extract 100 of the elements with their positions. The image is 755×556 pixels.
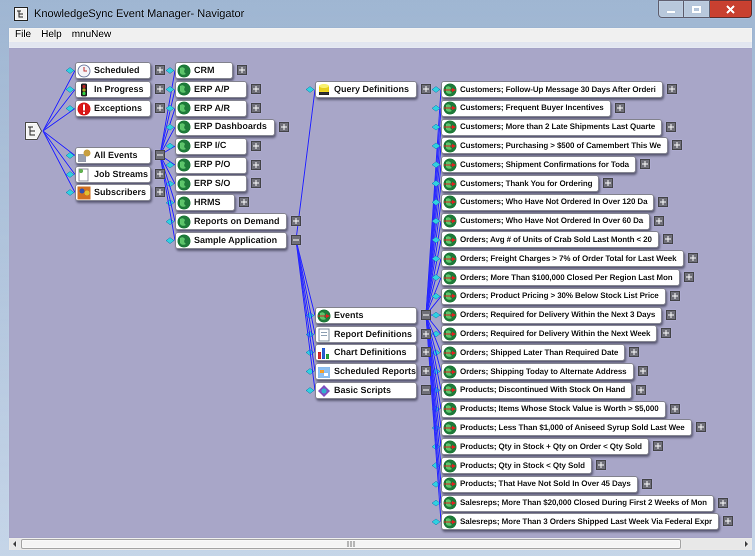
expand-toggle[interactable] [666, 84, 677, 94]
close-button[interactable] [710, 0, 752, 18]
tree-node[interactable]: Sample Application [175, 232, 287, 250]
tree-node[interactable]: Orders; Avg # of Units of Crab Sold Last Month < 20 [441, 231, 659, 248]
expand-toggle[interactable] [279, 122, 289, 132]
tree-node[interactable]: Customers; Follow-Up Message 30 Days After Orderi [441, 81, 663, 98]
tree-node[interactable]: Products; Qty in Stock < Qty Sold [441, 457, 592, 474]
tree-node[interactable]: Orders; Freight Charges > 7% of Order Total for Last Week [441, 250, 684, 268]
menu-item[interactable]: Help [41, 30, 62, 40]
expand-toggle[interactable] [155, 150, 165, 160]
tree-node[interactable]: Customers; Who Have Not Ordered In Over 120 Da [441, 194, 654, 211]
tree-node[interactable]: Products; Discontinued With Stock On Hand [441, 382, 632, 399]
tree-node[interactable]: HRMS [175, 194, 235, 212]
expand-toggle[interactable] [636, 384, 646, 395]
expand-toggle[interactable] [723, 516, 734, 526]
tree-node[interactable]: Reports on Demand [175, 213, 287, 230]
expand-toggle[interactable] [688, 253, 698, 264]
tree-node[interactable]: In Progress [75, 81, 151, 98]
expand-toggle[interactable] [718, 498, 728, 508]
expand-toggle[interactable] [239, 197, 249, 208]
tree-node[interactable]: Orders; Product Pricing > 30% Below Stock List Price [441, 288, 666, 305]
tree-node[interactable]: ERP A/P [175, 80, 247, 98]
expand-toggle[interactable] [421, 385, 431, 395]
expand-toggle[interactable] [614, 102, 625, 113]
expand-toggle[interactable] [642, 478, 652, 489]
expand-toggle[interactable] [662, 234, 673, 244]
tree-node[interactable]: Chart Definitions [315, 344, 417, 361]
tree-node[interactable]: Exceptions [75, 100, 151, 117]
expand-toggle[interactable] [640, 159, 650, 170]
expand-toggle[interactable] [155, 65, 165, 75]
expand-toggle[interactable] [155, 84, 165, 94]
tree-node[interactable]: ERP I/C [175, 138, 247, 155]
tree-node[interactable]: Products; That Have Not Sold In Over 45 Days [441, 476, 638, 493]
tree-node[interactable]: ERP S/O [175, 175, 247, 192]
expand-toggle[interactable] [155, 187, 165, 197]
expand-toggle[interactable] [638, 366, 648, 376]
expand-toggle[interactable] [666, 122, 676, 132]
menu-item[interactable]: mnuNew [72, 30, 112, 40]
tree-node[interactable]: CRM [175, 62, 233, 79]
horizontal-scrollbar[interactable] [9, 538, 752, 550]
tree-node[interactable]: Events [315, 307, 417, 324]
expand-toggle[interactable] [251, 84, 261, 94]
tree-node[interactable]: Orders; More Than $100,000 Closed Per Region Last Mon [441, 269, 680, 286]
expand-toggle[interactable] [251, 178, 261, 188]
tree-node[interactable]: Salesreps; More Than $20,000 Closed During First 2 Weeks of Mon [441, 494, 714, 512]
expand-toggle[interactable] [291, 216, 301, 226]
expand-toggle[interactable] [658, 196, 668, 207]
tree-node[interactable]: Products; Items Whose Stock Value is Worth > $5,000 [441, 400, 666, 418]
expand-toggle[interactable] [670, 290, 680, 301]
tree-node[interactable]: ERP A/R [175, 100, 247, 117]
expand-toggle[interactable] [652, 441, 663, 452]
expand-toggle[interactable] [684, 272, 694, 282]
tree-node[interactable]: All Events [75, 147, 151, 164]
expand-toggle[interactable] [155, 103, 165, 113]
expand-toggle[interactable] [596, 460, 606, 470]
tree-node[interactable]: Customers; Frequent Buyer Incentives [441, 100, 611, 117]
tree-node[interactable]: ERP Dashboards [175, 118, 275, 136]
tree-node[interactable]: Orders; Shipped Later Than Required Date [441, 344, 626, 362]
tree-node[interactable]: Products; Qty in Stock + Qty on Order < Qty Sold [441, 438, 649, 456]
expand-toggle[interactable] [251, 160, 261, 170]
expand-toggle[interactable] [603, 178, 614, 188]
tree-node[interactable]: Customers; Shipment Confirmations for Toda [441, 156, 636, 174]
tree-node[interactable]: Basic Scripts [315, 382, 417, 399]
expand-toggle[interactable] [237, 65, 247, 75]
expand-toggle[interactable] [421, 329, 431, 339]
tree-node[interactable]: Products; Less Than $1,000 of Aniseed Syrup Sold Last Wee [441, 419, 692, 436]
navigator-root-icon[interactable] [25, 122, 42, 140]
expand-toggle[interactable] [629, 347, 640, 358]
maximize-button[interactable] [684, 0, 710, 18]
tree-node[interactable]: Orders; Required for Delivery Within the Next 3 Days [441, 306, 662, 324]
tree-node[interactable]: Subscribers [75, 184, 151, 201]
expand-toggle[interactable] [670, 404, 680, 414]
tree-node[interactable]: Customers; More than 2 Late Shipments Last Quarte [441, 118, 662, 136]
expand-toggle[interactable] [421, 310, 431, 320]
tree-node[interactable]: Report Definitions [315, 326, 417, 343]
tree-node[interactable]: Customers; Purchasing > $500 of Camembert This We [441, 137, 668, 154]
tree-node[interactable]: Job Streams [75, 166, 151, 183]
expand-toggle[interactable] [155, 169, 165, 179]
expand-toggle[interactable] [661, 328, 672, 338]
expand-toggle[interactable] [291, 235, 301, 246]
expand-toggle[interactable] [666, 310, 676, 320]
tree-node[interactable]: Query Definitions [315, 81, 417, 98]
tree-node[interactable]: Customers; Thank You for Ordering [441, 175, 600, 192]
expand-toggle[interactable] [654, 216, 664, 226]
tree-node[interactable]: Salesreps; More Than 3 Orders Shipped Last Week Via Federal Expr [441, 513, 720, 530]
scrollbar-thumb[interactable] [21, 539, 681, 549]
tree-node[interactable]: Scheduled Reports [315, 363, 417, 380]
expand-toggle[interactable] [696, 422, 706, 432]
expand-toggle[interactable] [421, 366, 431, 376]
tree-node[interactable]: Scheduled [75, 62, 151, 79]
expand-toggle[interactable] [421, 84, 431, 94]
expand-toggle[interactable] [251, 102, 261, 113]
tree-node[interactable]: Orders; Required for Delivery Within the Next Week [441, 325, 658, 342]
expand-toggle[interactable] [672, 140, 682, 150]
expand-toggle[interactable] [421, 347, 431, 357]
tree-node[interactable]: ERP P/O [175, 156, 247, 174]
minimize-button[interactable] [658, 0, 684, 18]
expand-toggle[interactable] [251, 140, 261, 151]
menu-item[interactable]: File [15, 30, 32, 40]
tree-node[interactable]: Orders; Shipping Today to Alternate Address [441, 363, 634, 380]
